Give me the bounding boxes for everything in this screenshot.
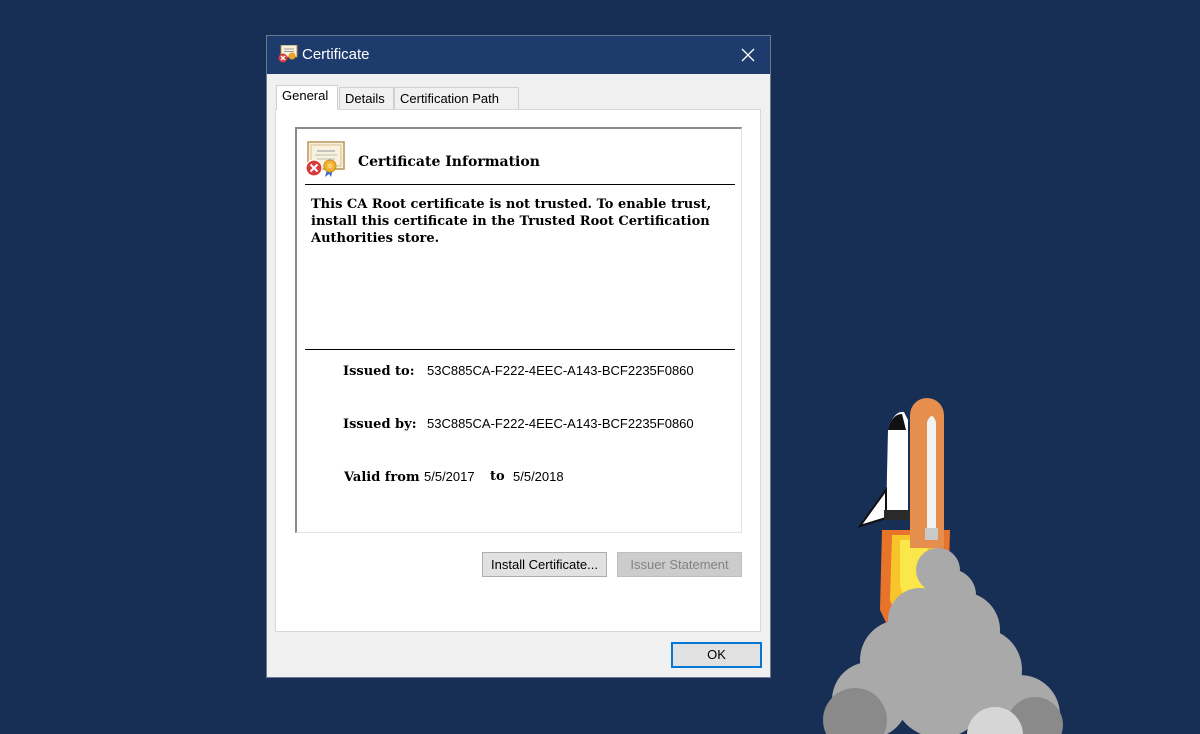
close-button[interactable] — [726, 36, 770, 74]
issued-by-label: Issued by: — [343, 417, 417, 432]
certificate-information-heading: Certificate Information — [358, 154, 540, 170]
validity-row: Valid from 5/5/2017 to 5/5/2018 — [344, 469, 564, 485]
valid-to-value: 5/5/2018 — [513, 469, 564, 484]
certificate-warning-icon — [305, 141, 345, 177]
general-tab-panel: Certificate Information This CA Root cer… — [275, 109, 761, 632]
rocket-wallpaper-image — [823, 398, 1063, 734]
tab-general[interactable]: General — [276, 85, 338, 110]
tab-certification-path[interactable]: Certification Path — [394, 87, 519, 109]
tab-details[interactable]: Details — [339, 87, 394, 109]
window-title: Certificate — [302, 46, 370, 63]
issuer-statement-button[interactable]: Issuer Statement — [617, 552, 742, 577]
ok-button[interactable]: OK — [671, 642, 762, 668]
issued-by-row: Issued by: 53C885CA-F222-4EEC-A143-BCF22… — [343, 416, 694, 432]
issued-to-label: Issued to: — [343, 364, 415, 379]
close-icon — [741, 48, 755, 62]
title-bar[interactable]: Certificate — [267, 36, 770, 74]
divider — [305, 184, 735, 185]
certificate-error-icon — [278, 45, 298, 63]
divider — [305, 349, 735, 350]
certificate-information-box: Certificate Information This CA Root cer… — [295, 127, 742, 533]
valid-from-label: Valid from — [344, 470, 420, 485]
issued-to-value: 53C885CA-F222-4EEC-A143-BCF2235F0860 — [427, 363, 694, 378]
certificate-dialog: Certificate General Details Certificatio… — [266, 35, 771, 678]
valid-to-label: to — [490, 469, 505, 484]
install-certificate-button[interactable]: Install Certificate... — [482, 552, 607, 577]
trust-warning-text: This CA Root certificate is not trusted.… — [311, 197, 712, 246]
valid-from-value: 5/5/2017 — [424, 469, 475, 484]
issued-to-row: Issued to: 53C885CA-F222-4EEC-A143-BCF22… — [343, 363, 694, 379]
issued-by-value: 53C885CA-F222-4EEC-A143-BCF2235F0860 — [427, 416, 694, 431]
